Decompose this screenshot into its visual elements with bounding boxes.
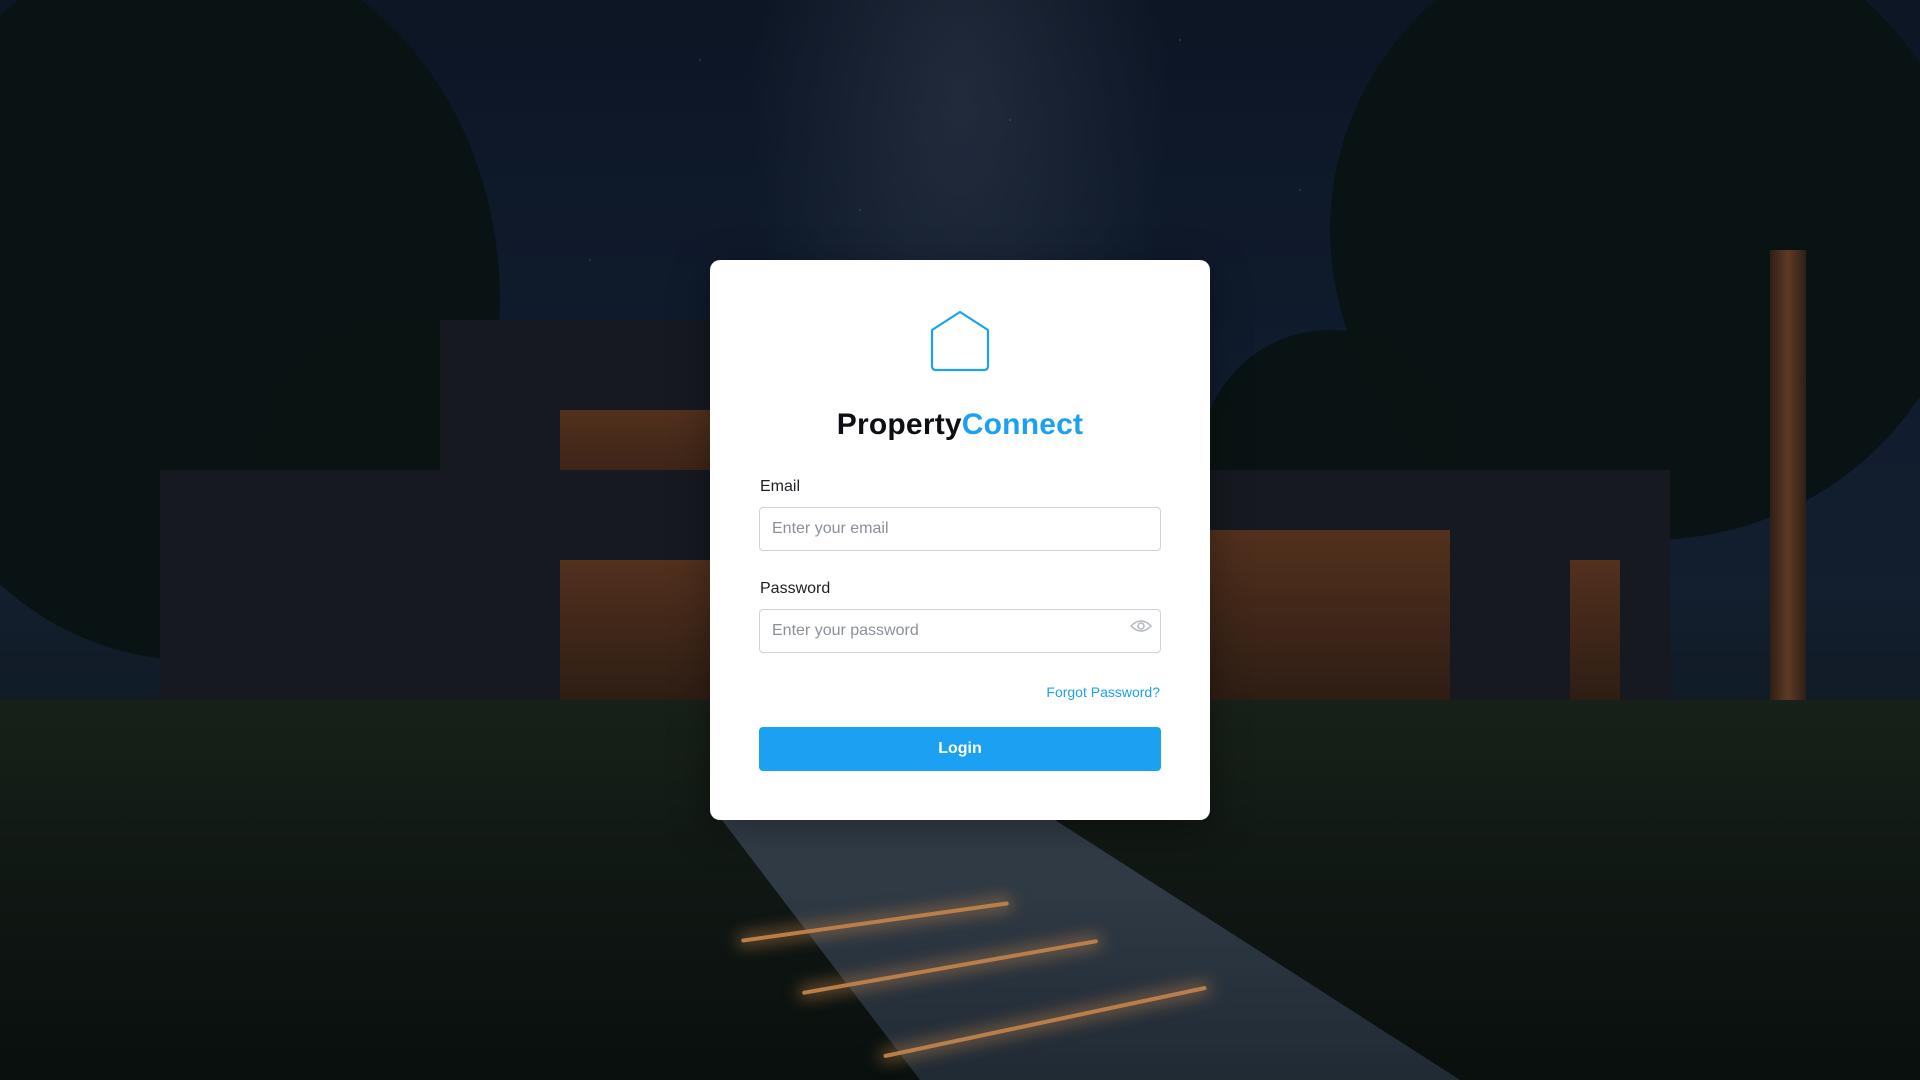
email-label: Email bbox=[760, 478, 801, 495]
house-outline-icon bbox=[930, 310, 990, 372]
login-button[interactable]: Login bbox=[759, 727, 1161, 771]
password-label: Password bbox=[760, 580, 831, 597]
login-card: PropertyConnect Email Password Forgot Pa… bbox=[710, 260, 1210, 820]
brand-name: PropertyConnect bbox=[710, 408, 1210, 442]
login-page: PropertyConnect Email Password Forgot Pa… bbox=[0, 0, 1920, 1080]
eye-icon[interactable] bbox=[1130, 618, 1152, 634]
password-field[interactable] bbox=[759, 609, 1161, 653]
brand-name-accent: Connect bbox=[961, 408, 1084, 441]
email-field[interactable] bbox=[759, 507, 1161, 551]
forgot-password-link[interactable]: Forgot Password? bbox=[1046, 684, 1160, 700]
brand-name-primary: Property bbox=[836, 408, 962, 441]
